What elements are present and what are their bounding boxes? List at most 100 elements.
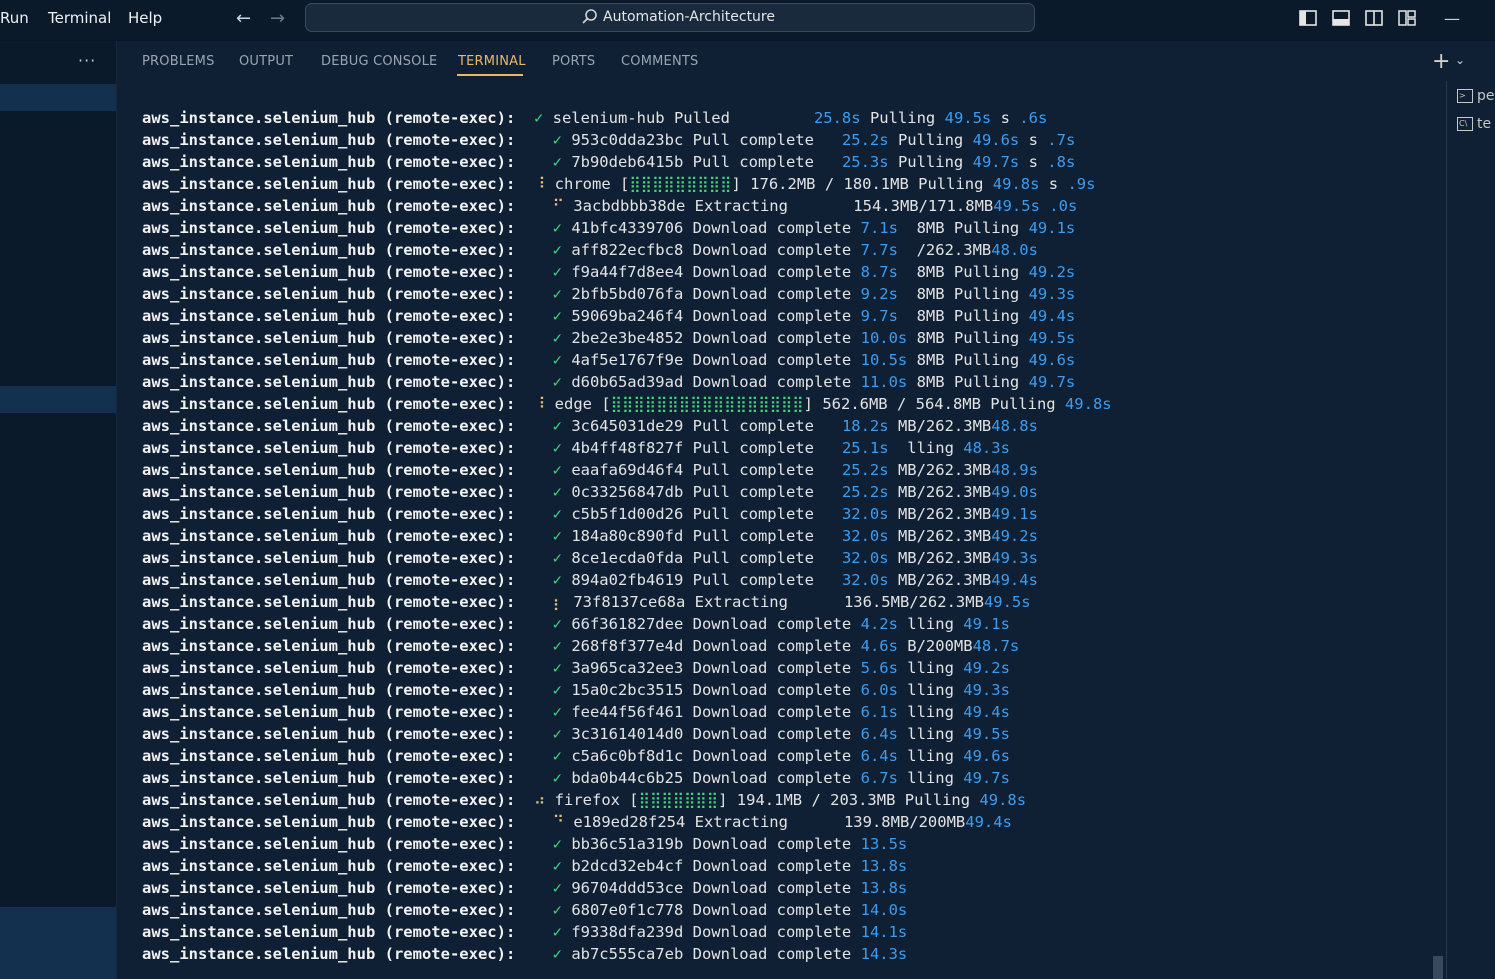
line-text: MB/262.3MB [888, 417, 992, 435]
terminal-line: aws_instance.selenium_hub (remote-exec):… [142, 129, 1432, 151]
terminal-entry[interactable]: > pe [1457, 88, 1495, 110]
toggle-secondary-sidebar-icon[interactable] [1364, 8, 1384, 28]
terminal-line: aws_instance.selenium_hub (remote-exec):… [142, 811, 1432, 833]
line-text: 3a965ca32ee3 Download complete [571, 659, 861, 677]
sidebar-selected-item[interactable] [0, 84, 116, 111]
minimize-window-icon[interactable]: — [1444, 9, 1460, 28]
check-icon: ✓ [552, 527, 562, 545]
toggle-panel-icon[interactable] [1331, 8, 1351, 28]
back-arrow-icon[interactable]: ← [236, 8, 251, 29]
toggle-primary-sidebar-icon[interactable] [1298, 8, 1318, 28]
forward-arrow-icon[interactable]: → [270, 8, 285, 29]
elapsed-time: 49.7s [963, 769, 1010, 787]
terminal-line: aws_instance.selenium_hub (remote-exec):… [142, 283, 1432, 305]
terminal-output[interactable]: aws_instance.selenium_hub (remote-exec):… [142, 107, 1432, 967]
line-text: 2bfb5bd076fa Download complete [571, 285, 861, 303]
terminal-icon: > [1457, 89, 1473, 103]
customize-layout-icon[interactable] [1397, 8, 1417, 28]
check-icon: ✓ [552, 835, 562, 853]
check-icon: ✓ [552, 307, 562, 325]
elapsed-time: 49.2s [963, 659, 1010, 677]
line-text: 8MB Pulling [897, 285, 1029, 303]
check-icon: ✓ [533, 109, 544, 127]
line-text: ] 176.2MB / 180.1MB Pulling [731, 175, 993, 193]
menu-run[interactable]: Run [0, 9, 29, 27]
elapsed-time: 49.2s [991, 527, 1038, 545]
progress-bar: ⣿⣿⣿⣿⣿⣿⣿⣿⣿ [629, 175, 732, 193]
chevron-down-icon[interactable]: ⌄ [1455, 53, 1465, 67]
check-icon: ✓ [552, 153, 562, 171]
check-icon: ✓ [552, 945, 562, 963]
terminal-line: aws_instance.selenium_hub (remote-exec):… [142, 635, 1432, 657]
workspace-title: Automation-Architecture [603, 9, 775, 25]
line-prefix: aws_instance.selenium_hub (remote-exec): [142, 197, 516, 215]
tab-problems[interactable]: PROBLEMS [142, 54, 215, 69]
elapsed-time: 4.2s [860, 615, 898, 633]
line-text: edge [ [554, 395, 611, 413]
elapsed-time: 49.8s [992, 175, 1040, 193]
menu-terminal[interactable]: Terminal [48, 9, 111, 27]
line-text: lling [897, 659, 964, 677]
line-text: bda0b44c6b25 Download complete [571, 769, 861, 787]
line-text: 953c0dda23bc Pull complete [571, 131, 842, 149]
line-text: 184a80c890fd Pull complete [571, 527, 842, 545]
line-text: lling [897, 747, 964, 765]
progress-bar: ⣿⣿⣿⣿⣿⣿⣿ [638, 791, 719, 809]
menu-help[interactable]: Help [128, 9, 162, 27]
tab-ports[interactable]: PORTS [552, 54, 595, 69]
terminal-line: aws_instance.selenium_hub (remote-exec):… [142, 921, 1432, 943]
elapsed-time: 49.2s [1028, 263, 1076, 281]
line-prefix: aws_instance.selenium_hub (remote-exec): [142, 923, 516, 941]
terminal-line: aws_instance.selenium_hub (remote-exec):… [142, 569, 1432, 591]
sidebar-highlight-item[interactable] [0, 386, 116, 413]
elapsed-time: 18.2s [841, 417, 889, 435]
terminal-entry-active[interactable]: C\ te [1457, 116, 1495, 138]
elapsed-time: .0s [1049, 197, 1078, 215]
tab-comments[interactable]: COMMENTS [621, 54, 698, 69]
terminal-line: aws_instance.selenium_hub (remote-exec):… [142, 261, 1432, 283]
line-text: 8MB Pulling [907, 351, 1029, 369]
line-prefix: aws_instance.selenium_hub (remote-exec): [142, 571, 516, 589]
new-terminal-icon[interactable]: + [1432, 49, 1450, 74]
check-icon: ✓ [552, 703, 562, 721]
tab-output[interactable]: OUTPUT [239, 54, 293, 69]
terminal-line: aws_instance.selenium_hub (remote-exec):… [142, 239, 1432, 261]
terminal-line: aws_instance.selenium_hub (remote-exec):… [142, 173, 1432, 195]
sidebar-more-icon[interactable]: ··· [78, 51, 96, 70]
line-text: 2be2e3be4852 Download complete [571, 329, 861, 347]
line-text: MB/262.3MB [888, 571, 992, 589]
line-prefix: aws_instance.selenium_hub (remote-exec): [142, 725, 516, 743]
terminal-scrollbar[interactable] [1433, 956, 1443, 979]
tab-terminal[interactable]: TERMINAL [458, 54, 526, 69]
line-prefix: aws_instance.selenium_hub (remote-exec): [142, 241, 516, 259]
tab-debug-console[interactable]: DEBUG CONSOLE [321, 54, 437, 69]
line-text: chrome [ [554, 175, 630, 193]
check-icon: ✓ [552, 637, 562, 655]
elapsed-time: 48.7s [972, 637, 1020, 655]
elapsed-time: 25.2s [841, 131, 889, 149]
terminal-line: aws_instance.selenium_hub (remote-exec):… [142, 943, 1432, 965]
terminal-line: aws_instance.selenium_hub (remote-exec):… [142, 371, 1432, 393]
elapsed-time: 49.4s [963, 703, 1010, 721]
command-center-search[interactable]: Automation-Architecture [305, 3, 1035, 32]
check-icon: ✓ [552, 373, 562, 391]
terminal-line: aws_instance.selenium_hub (remote-exec):… [142, 437, 1432, 459]
elapsed-time: 10.5s [860, 351, 908, 369]
elapsed-time: 14.3s [860, 945, 908, 963]
